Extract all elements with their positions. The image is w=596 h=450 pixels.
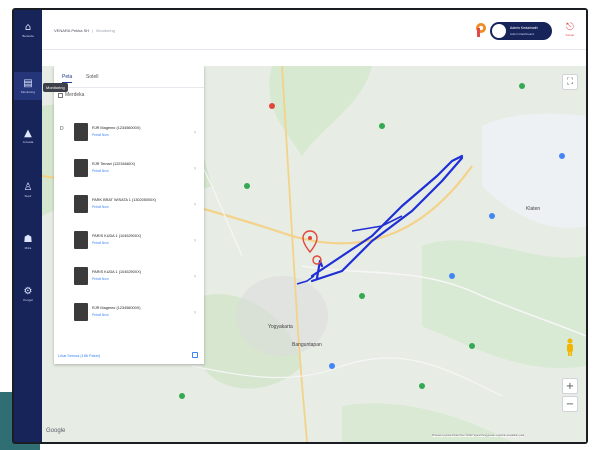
breadcrumb: VENARA Pekka SH | Monitoring bbox=[54, 28, 115, 33]
user-name: Admin Kedaimath bbox=[510, 26, 538, 30]
list-item[interactable]: PARK BRAT WISATA 1 (130205000X) Petroli … bbox=[72, 192, 204, 224]
zoom-out-button[interactable]: − bbox=[562, 396, 578, 412]
vehicle-thumbnail bbox=[74, 123, 88, 141]
vehicle-title: RJR Magenro (123456000X) bbox=[92, 126, 141, 130]
chevron-right-icon: › bbox=[194, 238, 196, 244]
vehicle-title: RJR Temari (1223468XX) bbox=[92, 162, 136, 166]
person-icon: ♙ bbox=[23, 181, 33, 193]
vehicle-status: Petroli Num bbox=[92, 205, 109, 209]
sidebar-tooltip: Monitoring bbox=[43, 83, 68, 92]
vehicle-thumbnail bbox=[74, 195, 88, 213]
sidebar-item-driver[interactable]: ♙ Supir bbox=[14, 176, 42, 204]
sidebar: ⌂ Beranda ▤ Monitoring ▲ Armada ♙ Supir … bbox=[14, 10, 42, 442]
pegman-icon[interactable] bbox=[564, 338, 576, 356]
vehicle-list-panel: Peta Sotell Merdeka D RJR Magenro (12345… bbox=[54, 66, 204, 364]
chevron-right-icon: › bbox=[194, 274, 196, 280]
vehicle-thumbnail bbox=[74, 267, 88, 285]
panel-side-toggle[interactable]: D bbox=[60, 126, 64, 132]
chevron-right-icon: › bbox=[194, 130, 196, 136]
vehicle-status: Petroli Num bbox=[92, 277, 109, 281]
settings-icon: ⚙ bbox=[23, 285, 33, 297]
logout-button[interactable]: ⎋ Keluar bbox=[562, 22, 578, 44]
sidebar-item-label: Mitra bbox=[24, 245, 32, 250]
vehicle-thumbnail bbox=[74, 303, 88, 321]
list-item[interactable]: RJR Magenro (123456000X) Petroli Num › bbox=[72, 120, 204, 152]
vehicle-thumbnail bbox=[74, 231, 88, 249]
fullscreen-button[interactable]: ⛶ bbox=[562, 74, 578, 90]
sidebar-item-partner[interactable]: ☗ Mitra bbox=[14, 228, 42, 256]
screenshot-frame: ⌂ Beranda ▤ Monitoring ▲ Armada ♙ Supir … bbox=[0, 0, 596, 450]
tab-satellite[interactable]: Sotell bbox=[86, 74, 99, 80]
view-all-link[interactable]: Lihat Semua (186 Paket) bbox=[58, 354, 100, 358]
sidebar-item-home[interactable]: ⌂ Beranda bbox=[14, 16, 42, 44]
vehicle-title: RJR Magenro (123456000X) bbox=[92, 306, 141, 310]
monitor-icon: ▤ bbox=[23, 77, 33, 89]
filter-label: Merdeka bbox=[65, 92, 85, 98]
top-header: VENARA Pekka SH | Monitoring Admin Kedaima… bbox=[42, 10, 586, 50]
vehicle-status: Petroli Num bbox=[92, 169, 109, 173]
sidebar-item-monitoring[interactable]: ▤ Monitoring bbox=[14, 72, 42, 100]
sidebar-item-label: Pengat bbox=[23, 297, 33, 302]
chevron-right-icon: › bbox=[194, 202, 196, 208]
fullscreen-icon: ⛶ bbox=[566, 77, 574, 87]
list-item[interactable]: RJR Temari (1223468XX) Petroli Num › bbox=[72, 156, 204, 188]
vehicle-title: PARIS KUDA 1 (1045290XX) bbox=[92, 270, 142, 274]
avatar bbox=[492, 24, 506, 38]
tab-map[interactable]: Peta bbox=[62, 74, 73, 83]
vehicle-title: PARK BRAT WISATA 1 (130205000X) bbox=[92, 198, 157, 202]
list-view-icon[interactable] bbox=[192, 352, 198, 358]
breadcrumb-root[interactable]: VENARA Pekka SH bbox=[54, 28, 89, 33]
chevron-right-icon: › bbox=[194, 310, 196, 316]
logout-icon: ⎋ bbox=[566, 22, 574, 33]
map-place-label: Banguntapan bbox=[292, 342, 322, 348]
vehicle-icon: ▲ bbox=[24, 127, 32, 139]
vehicle-status: Petroli Num bbox=[92, 241, 109, 245]
list-item[interactable]: PARIS KUDA 1 (1045290XX) Petroli Num › bbox=[72, 228, 204, 260]
sidebar-item-label: Beranda bbox=[22, 33, 34, 38]
user-menu[interactable]: Admin Kedaimath Admin Dashboard bbox=[490, 22, 552, 40]
sidebar-item-settings[interactable]: ⚙ Pengat bbox=[14, 280, 42, 308]
panel-tabs: Peta Sotell bbox=[54, 66, 204, 88]
breadcrumb-current: Monitoring bbox=[96, 28, 115, 33]
chevron-right-icon: › bbox=[194, 166, 196, 172]
user-role: Admin Dashboard bbox=[510, 32, 535, 36]
checkbox-icon bbox=[58, 92, 63, 98]
sidebar-item-label: Armada bbox=[22, 139, 34, 144]
map-place-label: Klaten bbox=[526, 206, 541, 212]
home-icon: ⌂ bbox=[24, 21, 32, 33]
sidebar-item-fleet[interactable]: ▲ Armada bbox=[14, 122, 42, 150]
vehicle-thumbnail bbox=[74, 159, 88, 177]
zoom-in-button[interactable]: + bbox=[562, 378, 578, 394]
app-main: VENARA Pekka SH | Monitoring Admin Kedaima… bbox=[42, 10, 586, 442]
google-logo: Google bbox=[46, 428, 66, 434]
logout-label: Keluar bbox=[565, 33, 575, 37]
sidebar-item-label: Monitoring bbox=[20, 89, 35, 94]
breadcrumb-separator: | bbox=[92, 28, 94, 33]
vehicle-title: PARIS KUDA 1 (1045290XX) bbox=[92, 234, 142, 238]
sidebar-item-label: Supir bbox=[24, 193, 32, 198]
list-item[interactable]: RJR Magenro (123456000X) Petroli Num › bbox=[72, 300, 204, 332]
list-item[interactable]: PARIS KUDA 1 (1045290XX) Petroli Num › bbox=[72, 264, 204, 296]
map-place-label: Yogyakarta bbox=[268, 324, 293, 330]
vehicle-status: Petroli Num bbox=[92, 313, 109, 317]
map-attribution: Pintasan keyboard Data Peta ©2022 Syarat… bbox=[432, 434, 525, 437]
vehicle-status: Petroli Num bbox=[92, 133, 109, 137]
brand-logo-icon bbox=[476, 23, 486, 37]
users-icon: ☗ bbox=[23, 233, 33, 245]
map-view[interactable]: Yogyakarta Klaten Banguntapan Peta Sotel… bbox=[42, 66, 586, 442]
filter-checkbox[interactable]: Merdeka bbox=[58, 92, 84, 98]
